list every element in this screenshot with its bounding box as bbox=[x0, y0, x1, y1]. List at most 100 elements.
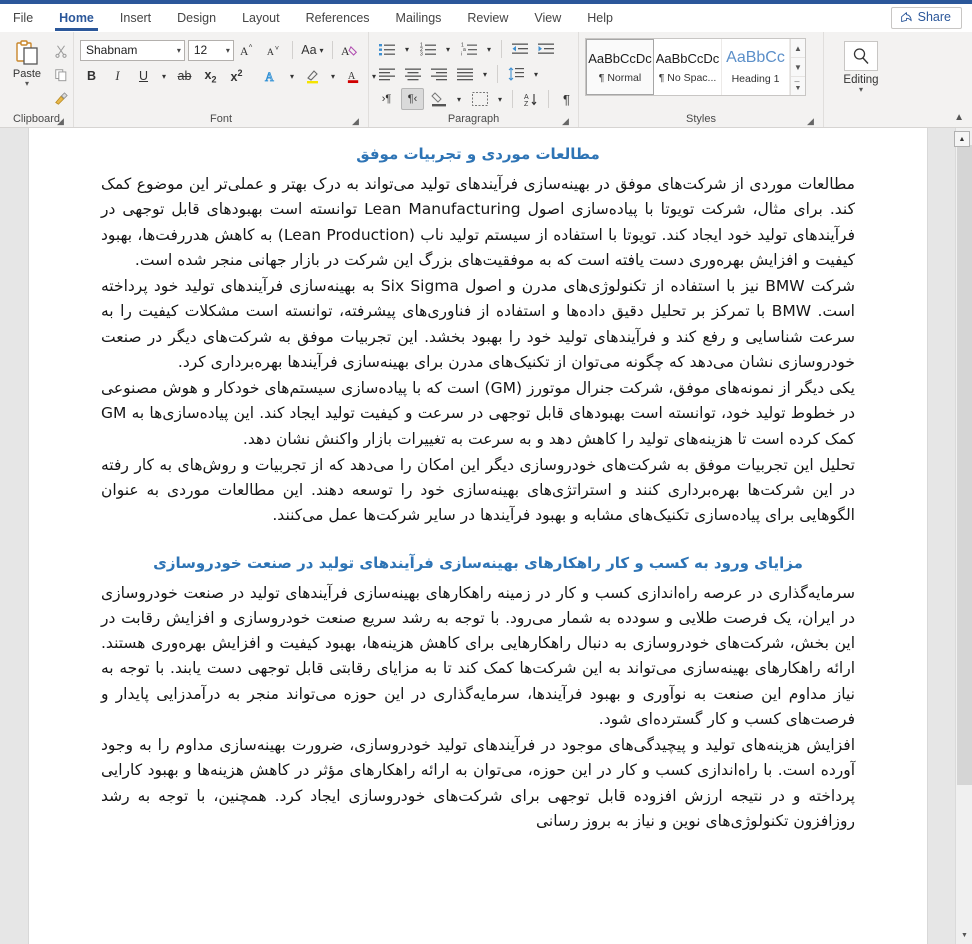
style-normal[interactable]: AaBbCcDc ¶ Normal bbox=[586, 39, 654, 95]
format-painter-button[interactable] bbox=[50, 89, 72, 109]
styles-scroll-up-button[interactable]: ▲ bbox=[791, 39, 805, 57]
font-group-label: Font bbox=[209, 113, 232, 125]
text-effects-button[interactable]: A bbox=[260, 65, 283, 87]
tab-help-label: Help bbox=[587, 10, 613, 25]
scrollbar-down-button[interactable]: ▼ bbox=[956, 927, 972, 944]
editing-controls: Editing ▾ bbox=[824, 35, 898, 111]
clear-formatting-button[interactable]: A bbox=[339, 39, 362, 61]
justify-dropdown[interactable]: ▾ bbox=[479, 63, 491, 85]
underline-dropdown[interactable]: ▾ bbox=[158, 65, 170, 87]
document-page[interactable]: مطالعات موردی و تجربیات موفق مطالعات مور… bbox=[28, 128, 928, 944]
style-no-spacing-label: ¶ No Spac... bbox=[658, 71, 717, 84]
tab-references-label: References bbox=[305, 10, 370, 25]
styles-dialog-launcher-icon[interactable]: ◢ bbox=[807, 116, 817, 126]
paste-button[interactable]: Paste ▾ bbox=[6, 37, 48, 109]
numbering-chevron-down-icon: ▾ bbox=[445, 44, 450, 54]
editing-chevron-down-icon[interactable]: ▾ bbox=[859, 86, 863, 94]
ribbon-group-paragraph: ▾ 123 ▾ 1ai ▾ ▾ ▾ ›¶ ¶‹ ▾ ▾ A Z ¶ Paragr… bbox=[369, 32, 579, 127]
shrink-font-button[interactable]: A ˅ bbox=[263, 39, 286, 61]
bullets-button[interactable] bbox=[375, 38, 398, 60]
style-heading-1[interactable]: AaBbCс Heading 1 bbox=[722, 39, 790, 95]
grow-font-button[interactable]: A ^ bbox=[237, 39, 260, 61]
tab-mailings[interactable]: Mailings bbox=[383, 4, 455, 31]
show-formatting-marks-button[interactable]: ¶ bbox=[555, 88, 578, 110]
styles-more-button[interactable]: ─ ▼ bbox=[791, 76, 805, 95]
cut-button[interactable] bbox=[50, 41, 72, 61]
font-name-combobox[interactable]: Shabnam ▾ bbox=[80, 39, 185, 61]
scrollbar-thumb[interactable] bbox=[957, 145, 972, 785]
tab-home[interactable]: Home bbox=[46, 4, 107, 31]
right-to-left-button[interactable]: ¶‹ bbox=[401, 88, 424, 110]
tab-home-label: Home bbox=[59, 10, 94, 25]
shading-dropdown[interactable]: ▾ bbox=[453, 88, 465, 110]
style-heading-1-preview: AaBbCс bbox=[726, 49, 785, 66]
font-dialog-launcher-icon[interactable]: ◢ bbox=[352, 116, 362, 126]
sort-button[interactable]: AZ bbox=[519, 88, 542, 110]
editing-button[interactable]: Editing ▾ bbox=[833, 37, 889, 94]
ribbon: Paste ▾ Clipboard ◢ Shabnam ▾ 12 ▾ A ^ A… bbox=[0, 32, 972, 128]
paste-icon bbox=[13, 39, 41, 67]
styles-more-icon: ─ ▼ bbox=[794, 79, 802, 92]
justify-button[interactable] bbox=[453, 63, 476, 85]
superscript-button[interactable]: x2 bbox=[225, 65, 248, 87]
align-right-button[interactable] bbox=[427, 63, 450, 85]
align-left-button[interactable] bbox=[375, 63, 398, 85]
tab-insert[interactable]: Insert bbox=[107, 4, 164, 31]
underline-button[interactable]: U bbox=[132, 65, 155, 87]
justify-icon bbox=[456, 68, 473, 81]
line-spacing-chevron-down-icon: ▾ bbox=[533, 69, 538, 79]
decrease-indent-button[interactable] bbox=[508, 38, 531, 60]
tab-help[interactable]: Help bbox=[574, 4, 626, 31]
bullets-chevron-down-icon: ▾ bbox=[404, 44, 409, 54]
text-highlight-button[interactable] bbox=[301, 65, 324, 87]
tab-layout[interactable]: Layout bbox=[229, 4, 293, 31]
superscript-icon: x2 bbox=[230, 67, 243, 85]
increase-indent-button[interactable] bbox=[534, 38, 557, 60]
font-controls: Shabnam ▾ 12 ▾ A ^ A ˅ Aa ▾ A B I U ▾ ab… bbox=[74, 35, 376, 111]
styles-scroll-down-button[interactable]: ▼ bbox=[791, 57, 805, 76]
shading-button[interactable] bbox=[427, 88, 450, 110]
font-separator-2 bbox=[331, 41, 333, 59]
left-to-right-icon: ›¶ bbox=[381, 93, 392, 105]
ribbon-collapse-button[interactable]: ▲ bbox=[954, 112, 964, 123]
ribbon-group-clipboard: Paste ▾ Clipboard ◢ bbox=[0, 32, 74, 127]
subscript-button[interactable]: x2 bbox=[199, 65, 222, 87]
vertical-scrollbar[interactable]: ▲ ▼ bbox=[955, 128, 972, 944]
share-button[interactable]: Share bbox=[890, 6, 962, 29]
bullets-dropdown[interactable]: ▾ bbox=[401, 38, 413, 60]
text-effects-dropdown[interactable]: ▾ bbox=[286, 65, 298, 87]
borders-button[interactable] bbox=[468, 88, 491, 110]
paragraph-dialog-launcher-icon[interactable]: ◢ bbox=[562, 116, 572, 126]
tab-references[interactable]: References bbox=[293, 4, 383, 31]
strikethrough-button[interactable]: ab bbox=[173, 65, 196, 87]
left-to-right-button[interactable]: ›¶ bbox=[375, 88, 398, 110]
multilevel-list-button[interactable]: 1ai bbox=[457, 38, 480, 60]
line-spacing-button[interactable] bbox=[504, 63, 527, 85]
multilevel-dropdown[interactable]: ▾ bbox=[483, 38, 495, 60]
clipboard-dialog-launcher-icon[interactable]: ◢ bbox=[57, 116, 67, 126]
font-color-button[interactable]: A bbox=[342, 65, 365, 87]
copy-button[interactable] bbox=[50, 65, 72, 85]
change-case-button[interactable]: Aa ▾ bbox=[299, 39, 326, 61]
font-size-combobox[interactable]: 12 ▾ bbox=[187, 39, 234, 61]
right-to-left-icon: ¶‹ bbox=[407, 93, 418, 105]
tab-design[interactable]: Design bbox=[164, 4, 229, 31]
align-center-button[interactable] bbox=[401, 63, 424, 85]
numbering-button[interactable]: 123 bbox=[416, 38, 439, 60]
bold-button[interactable]: B bbox=[80, 65, 103, 87]
document-canvas[interactable]: مطالعات موردی و تجربیات موفق مطالعات مور… bbox=[0, 128, 972, 944]
editing-icon-box bbox=[844, 41, 878, 71]
italic-button[interactable]: I bbox=[106, 65, 129, 87]
align-left-icon bbox=[378, 68, 395, 81]
line-spacing-dropdown[interactable]: ▾ bbox=[530, 63, 542, 85]
tab-view[interactable]: View bbox=[521, 4, 574, 31]
borders-dropdown[interactable]: ▾ bbox=[494, 88, 506, 110]
numbering-dropdown[interactable]: ▾ bbox=[442, 38, 454, 60]
style-no-spacing[interactable]: AaBbCcDc ¶ No Spac... bbox=[654, 39, 722, 95]
styles-gallery-scrollbar: ▲ ▼ ─ ▼ bbox=[790, 39, 805, 95]
page-scroll-up-button[interactable]: ▲ bbox=[954, 131, 970, 147]
highlight-dropdown[interactable]: ▾ bbox=[327, 65, 339, 87]
tab-file[interactable]: File bbox=[0, 4, 46, 31]
tab-review[interactable]: Review bbox=[454, 4, 521, 31]
paste-chevron-down-icon[interactable]: ▾ bbox=[25, 80, 29, 88]
